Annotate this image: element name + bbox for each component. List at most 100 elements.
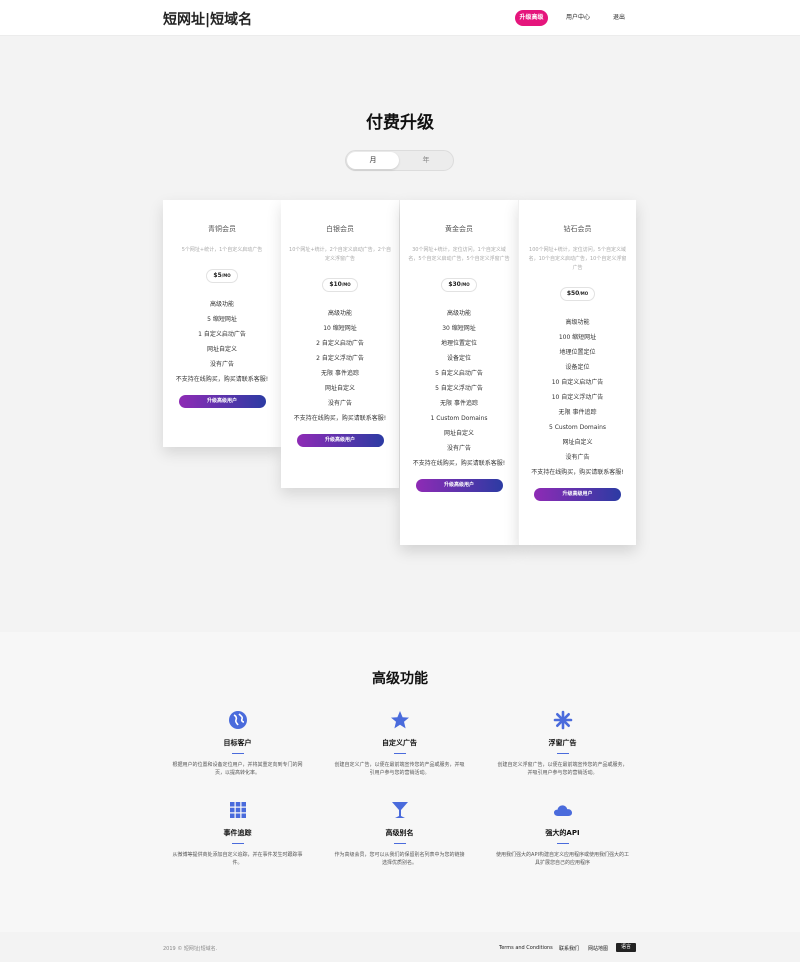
plan-price: $5 <box>213 272 222 279</box>
plan-feature-item: 5 自定义浮动广告 <box>435 385 483 392</box>
plan-feature-item: 30 缩短网址 <box>442 325 476 332</box>
plan-price: $50 <box>566 290 580 297</box>
plan-feature-list: 高级功能 100 缩短网址 地理位置定位 设备定位 10 自定义启动广告 10 自定义浮动… <box>519 315 636 480</box>
plan-feature-item: 无限 事件追踪 <box>558 409 597 416</box>
toggle-month[interactable]: 月 <box>347 152 399 169</box>
site-logo[interactable]: 短网址|短域名 <box>163 9 252 29</box>
plan-feature-item: 不支持在线购买，购买请联系客服! <box>531 469 624 476</box>
plan-feature-list: 高级功能 10 缩短网址 2 自定义启动广告 2 自定义浮动广告 无限 事件追踪 网址自定… <box>281 306 399 426</box>
feature-title: 事件追踪 <box>223 829 252 837</box>
plan-feature-item: 1 自定义启动广告 <box>198 331 246 338</box>
plan-price: $10 <box>329 281 342 288</box>
plan-price-badge: $50/MO <box>559 287 596 301</box>
logout-link[interactable]: 退出 <box>613 10 625 26</box>
plan-period: /MO <box>221 273 231 278</box>
footer-terms-link[interactable]: Terms and Conditions <box>499 945 553 951</box>
feature-divider <box>556 753 569 754</box>
star-icon <box>390 711 409 729</box>
plan-feature-list: 高级功能 30 缩短网址 地理位置定位 设备定位 5 自定义启动广告 5 自定义浮动广告无… <box>400 306 518 471</box>
user-center-link[interactable]: 用户中心 <box>566 10 590 26</box>
footer-contact-link[interactable]: 联系我们 <box>559 945 579 952</box>
plan-card-gold: 黄金会员 30个网址+统计，定位访问，1个自定义域名，5个自定义启动广告，5个自… <box>400 200 518 545</box>
plan-feature-item: 没有广告 <box>209 361 234 368</box>
feature-text: 从微博等提供商处添加自定义追踪，并在事件发生时跟踪事件。 <box>172 852 303 866</box>
upgrade-nav-button[interactable]: 升级高级 <box>515 10 548 26</box>
plan-period: /MO <box>460 282 470 287</box>
asterisk-icon <box>553 710 572 730</box>
plan-feature-list: 高级功能 5 缩短网址 1 自定义启动广告 网址自定义 没有广告 不支持在线购买，购买请联… <box>163 297 281 387</box>
plan-feature-item: 高级功能 <box>327 310 352 317</box>
feature-text: 根据用户的位置和设备定位用户，并将其重定向到专门的网页，以提高转化率。 <box>172 762 303 776</box>
plan-feature-item: 5 自定义启动广告 <box>435 370 483 377</box>
plan-feature-item: 1 Custom Domains <box>430 415 488 422</box>
plan-price: $30 <box>448 281 461 288</box>
plan-feature-item: 2 自定义浮动广告 <box>316 355 364 362</box>
plan-feature-item: 设备定位 <box>446 355 471 362</box>
plan-feature-item: 高级功能 <box>565 319 590 326</box>
globe-icon <box>228 711 247 729</box>
plan-feature-item: 5 Custom Domains <box>548 424 607 431</box>
plan-feature-item: 无限 事件追踪 <box>440 400 478 407</box>
plan-description: 5个网址+统计，1个自定义启动广告 <box>181 247 263 253</box>
grid-icon <box>229 802 246 818</box>
plan-feature-item: 网址自定义 <box>206 346 237 353</box>
features-title: 高级功能 <box>372 671 428 687</box>
feature-floating-ads: 浮窗广告 创建自定义浮窗广告，以便在最前端宣传您的产品或服务，并吸引用户参与您的… <box>490 710 635 777</box>
feature-divider <box>231 843 244 844</box>
plan-feature-item: 无限 事件追踪 <box>321 370 359 377</box>
plan-price-badge: $10/MO <box>322 278 358 292</box>
plan-description: 10个网址+统计，2个自定义启动广告，2个自定义浮窗广告 <box>289 247 391 262</box>
plan-feature-item: 地理位置定位 <box>440 340 477 347</box>
plan-feature-item: 网址自定义 <box>443 430 474 437</box>
plan-feature-item: 网址自定义 <box>562 439 593 446</box>
plan-card-silver: 白银会员 10个网址+统计，2个自定义启动广告，2个自定义浮窗广告 $10/MO… <box>281 200 399 488</box>
upgrade-button[interactable]: 升级高级用户 <box>296 434 384 447</box>
feature-text: 创建自定义浮窗广告，以便在最前端宣传您的产品或服务，并吸引用户参与您的营销活动。 <box>497 762 628 776</box>
feature-divider <box>393 753 406 754</box>
plan-feature-item: 100 缩短网址 <box>558 334 597 341</box>
plan-feature-item: 没有广告 <box>446 445 471 452</box>
footer-sitemap-link[interactable]: 网站地图 <box>588 945 608 952</box>
pricing-title: 付费升级 <box>366 113 434 133</box>
feature-divider <box>556 843 569 844</box>
feature-target-customers: 目标客户 根据用户的位置和设备定位用户，并将其重定向到专门的网页，以提高转化率。 <box>165 710 310 777</box>
plan-feature-item: 10 自定义启动广告 <box>551 379 604 386</box>
plan-feature-item: 没有广告 <box>565 454 590 461</box>
feature-powerful-api: 强大的API 使用我们强大的API构建自定义应用程序或使用我们强大的工具扩展您自… <box>490 800 635 867</box>
feature-custom-ads: 自定义广告 创建自定义广告，以便在最前端宣传您的产品或服务，并吸引用户参与您的营… <box>327 710 472 777</box>
plan-description: 30个网址+统计，定位访问，1个自定义域名，5个自定义启动广告，5个自定义浮窗广… <box>408 247 510 262</box>
plan-feature-item: 没有广告 <box>327 400 352 407</box>
plan-card-diamond: 钻石会员 100个网址+统计，定位访问，5个自定义域名，10个自定义启动广告，1… <box>518 200 636 545</box>
footer-copyright: 2019 © 短网址|短域名. <box>163 946 218 952</box>
upgrade-button[interactable]: 升级高级用户 <box>178 395 266 408</box>
cloud-icon <box>553 805 572 816</box>
billing-toggle[interactable]: 月 年 <box>345 150 454 171</box>
plan-feature-item: 高级功能 <box>446 310 471 317</box>
upgrade-button[interactable]: 升级高级用户 <box>415 479 503 492</box>
feature-title: 自定义广告 <box>382 739 417 747</box>
feature-title: 强大的API <box>545 829 580 837</box>
feature-divider <box>393 843 406 844</box>
feature-title: 浮窗广告 <box>548 739 577 747</box>
upgrade-button[interactable]: 升级高级用户 <box>534 488 621 501</box>
toggle-year[interactable]: 年 <box>400 152 452 169</box>
plan-period: /MO <box>579 291 589 296</box>
plan-feature-item: 不支持在线购买，购买请联系客服! <box>175 376 269 383</box>
plan-feature-item: 10 自定义浮动广告 <box>551 394 604 401</box>
plan-feature-item: 2 自定义启动广告 <box>316 340 364 347</box>
plan-price-badge: $30/MO <box>441 278 477 292</box>
plan-feature-item: 10 缩短网址 <box>323 325 357 332</box>
language-button[interactable]: 语言 <box>616 943 636 952</box>
feature-text: 作为高级会员，您可以从我们的保留别名列表中为您的链接选择优质别名。 <box>334 852 465 866</box>
plan-description: 100个网址+统计，定位访问，5个自定义域名，10个自定义启动广告，10个自定义… <box>528 247 627 271</box>
plan-card-bronze: 青铜会员 5个网址+统计，1个自定义启动广告 $5/MO 高级功能 5 缩短网址 1… <box>163 200 281 447</box>
plan-name: 白银会员 <box>326 225 354 233</box>
plan-feature-item: 设备定位 <box>565 364 590 371</box>
feature-text: 使用我们强大的API构建自定义应用程序或使用我们强大的工具扩展您自己的应用程序 <box>496 852 629 866</box>
feature-divider <box>231 753 244 754</box>
plan-price-badge: $5/MO <box>206 269 238 283</box>
feature-title: 目标客户 <box>223 739 252 747</box>
plan-name: 黄金会员 <box>445 225 473 233</box>
cocktail-icon <box>391 802 408 818</box>
plan-name: 钻石会员 <box>563 225 592 233</box>
